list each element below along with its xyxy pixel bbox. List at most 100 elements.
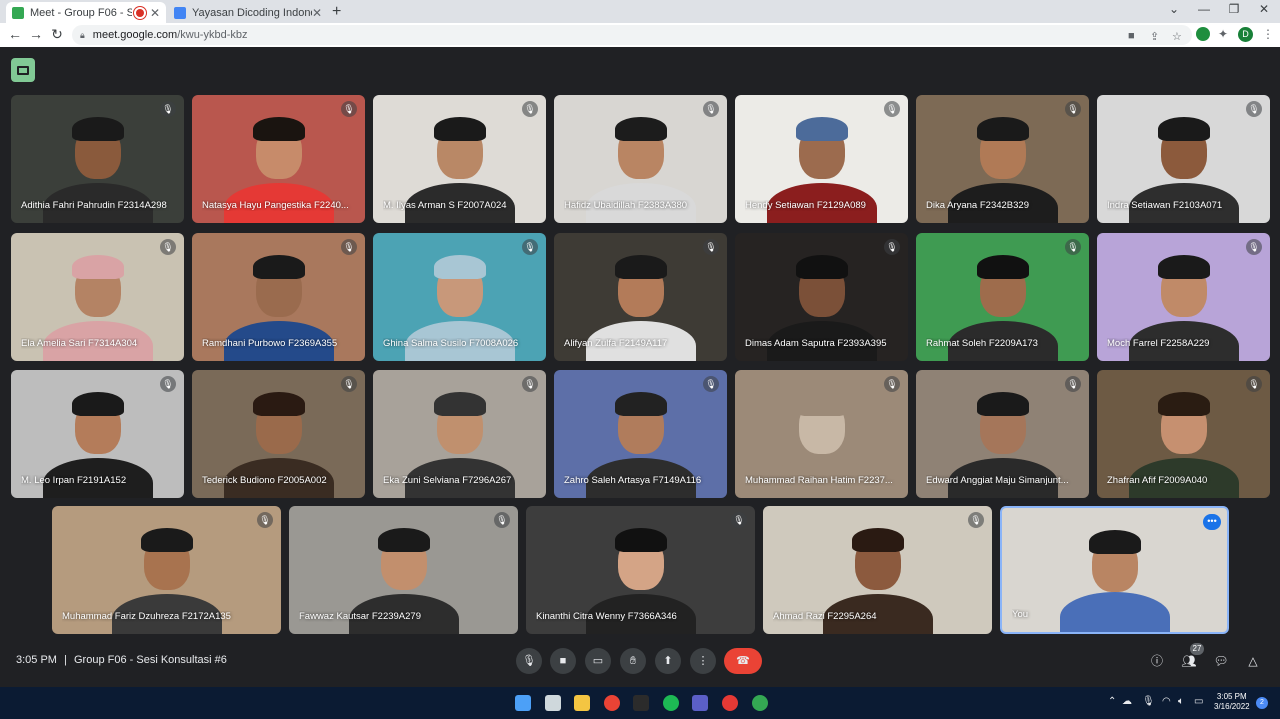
profile-avatar[interactable]: D xyxy=(1238,27,1253,42)
tab-search-icon[interactable]: ⌄ xyxy=(1164,2,1184,16)
task-view-icon[interactable] xyxy=(545,695,561,711)
present-button[interactable]: ⬆ xyxy=(655,648,681,674)
participant-tile[interactable]: 🎙︎ Moch Farrel F2258A229 xyxy=(1097,233,1270,361)
participant-video xyxy=(433,117,486,141)
muted-mic-icon: 🎙︎ xyxy=(160,239,176,255)
participant-tile[interactable]: 🎙︎ Hendy Setiawan F2129A089 xyxy=(735,95,908,223)
meeting-details-button[interactable] xyxy=(11,58,35,82)
google-meet-icon xyxy=(12,6,24,19)
muted-mic-icon: 🎙︎ xyxy=(341,239,357,255)
close-tab-icon[interactable]: ✕ xyxy=(312,6,322,20)
muted-mic-icon: 🎙︎ xyxy=(522,239,538,255)
recording-icon xyxy=(135,8,144,17)
share-icon[interactable]: ⇪ xyxy=(1150,30,1159,43)
volume-icon[interactable]: 🔈︎ xyxy=(1178,696,1184,707)
participant-tile[interactable]: 🎙︎ Fawwaz Kautsar F2239A279 xyxy=(289,506,518,634)
participant-tile[interactable]: ••• You xyxy=(1000,506,1229,634)
participant-name: M. Ilyas Arman S F2007A024 xyxy=(383,200,507,211)
more-options-button[interactable]: ⋮ xyxy=(690,648,716,674)
participant-tile[interactable]: 🎙︎ Adithia Fahri Pahrudin F2314A298 xyxy=(11,95,184,223)
forward-button[interactable]: → xyxy=(27,26,45,42)
participant-video xyxy=(614,255,667,279)
back-button[interactable]: ← xyxy=(6,26,24,42)
chevron-up-icon[interactable]: ⌃ xyxy=(1108,696,1116,707)
camera-in-use-icon[interactable]: ■ xyxy=(1128,30,1135,42)
tab-title: Yayasan Dicoding Indonesia - Cal xyxy=(192,6,312,19)
participant-tile[interactable]: 🎙︎ Edward Anggiat Maju Simanjunt... xyxy=(916,370,1089,498)
extensions-puzzle-icon[interactable]: ✦ xyxy=(1218,27,1228,41)
notification-badge[interactable]: 2 xyxy=(1256,697,1268,709)
bookmark-star-icon[interactable]: ☆ xyxy=(1172,30,1182,43)
mic-tray-icon[interactable]: 🎙︎ xyxy=(1142,696,1155,707)
teams-icon[interactable] xyxy=(692,695,708,711)
participant-tile[interactable]: 🎙︎ Ghina Salma Susilo F7008A026 xyxy=(373,233,546,361)
participant-tile[interactable]: 🎙︎ Tederick Budiono F2005A002 xyxy=(192,370,365,498)
participant-video xyxy=(614,528,667,552)
close-window-button[interactable]: ✕ xyxy=(1254,2,1274,16)
chrome-icon[interactable] xyxy=(604,695,620,711)
app-icon[interactable] xyxy=(722,695,738,711)
extension-icon[interactable] xyxy=(1196,27,1210,41)
tab-meet[interactable]: Meet - Group F06 - Sesi Kon ✕ xyxy=(6,2,166,23)
participant-tile[interactable]: 🎙︎ Indra Setiawan F2103A071 xyxy=(1097,95,1270,223)
maximize-button[interactable]: ❐ xyxy=(1224,2,1244,16)
participant-name: Eka Zuni Selviana F7296A267 xyxy=(383,475,512,486)
file-explorer-icon[interactable] xyxy=(574,695,590,711)
wifi-icon[interactable]: ◠ xyxy=(1162,696,1171,707)
chat-icon[interactable]: 💬︎ xyxy=(1212,652,1230,670)
participant-tile[interactable]: 🎙︎ Rahmat Soleh F2209A173 xyxy=(916,233,1089,361)
participant-tile[interactable]: 🎙︎ Hafidz Ubaidillah F2383A380 xyxy=(554,95,727,223)
leave-call-button[interactable]: ☎ xyxy=(724,648,762,674)
participant-tile[interactable]: 🎙︎ M. Ilyas Arman S F2007A024 xyxy=(373,95,546,223)
participant-tile[interactable]: 🎙︎ M. Leo Irpan F2191A152 xyxy=(11,370,184,498)
start-icon[interactable] xyxy=(515,695,531,711)
participant-tile[interactable]: 🎙︎ Eka Zuni Selviana F7296A267 xyxy=(373,370,546,498)
app-icon[interactable] xyxy=(633,695,649,711)
muted-mic-icon: 🎙︎ xyxy=(1246,101,1262,117)
hand-icon: ✋︎ xyxy=(629,655,637,667)
screen: Meet - Group F06 - Sesi Kon ✕ Yayasan Di… xyxy=(0,0,1280,719)
participant-tile[interactable]: 🎙︎ Kinanthi Citra Wenny F7366A346 xyxy=(526,506,755,634)
participant-tile[interactable]: 🎙︎ Ahmad Razi F2295A264 xyxy=(763,506,992,634)
muted-mic-icon: 🎙︎ xyxy=(341,376,357,392)
new-tab-button[interactable]: + xyxy=(332,3,341,21)
participant-tile[interactable]: 🎙︎ Dimas Adam Saputra F2393A395 xyxy=(735,233,908,361)
muted-mic-icon: 🎙︎ xyxy=(160,376,176,392)
captions-button[interactable]: ▭ xyxy=(585,648,611,674)
participant-video xyxy=(1088,530,1141,554)
participant-tile[interactable]: 🎙︎ Dika Aryana F2342B329 xyxy=(916,95,1089,223)
participant-tile[interactable]: 🎙︎ Muhammad Fariz Dzuhreza F2172A135 xyxy=(52,506,281,634)
close-tab-icon[interactable]: ✕ xyxy=(150,6,160,20)
muted-mic-icon: 🎙︎ xyxy=(884,239,900,255)
participant-tile[interactable]: 🎙︎ Ramdhani Purbowo F2369A355 xyxy=(192,233,365,361)
participant-name: Indra Setiawan F2103A071 xyxy=(1107,200,1223,211)
taskbar: ⌃ ☁ 🎙︎ ◠ 🔈︎ ▭ 3:05 PM 3/16/2022 2 xyxy=(0,687,1280,719)
raise-hand-button[interactable]: ✋︎ xyxy=(620,648,646,674)
participant-tile[interactable]: 🎙︎ Natasya Hayu Pangestika F2240... xyxy=(192,95,365,223)
address-bar[interactable]: 🔒︎ meet.google.com /kwu-ykbd-kbz ■ ⇪ ☆ xyxy=(72,25,1192,45)
tab-dicoding[interactable]: Yayasan Dicoding Indonesia - Cal ✕ xyxy=(168,2,328,23)
system-time: 3:05 PM xyxy=(1216,692,1247,701)
battery-icon[interactable]: ▭ xyxy=(1194,696,1203,707)
meeting-info-icon[interactable]: ⓘ xyxy=(1148,652,1166,670)
activities-icon[interactable]: △ xyxy=(1244,652,1262,670)
microphone-icon: 🎙︎ xyxy=(522,655,536,667)
spotify-icon[interactable] xyxy=(663,695,679,711)
calendar-icon xyxy=(174,6,186,19)
system-clock[interactable]: 3:05 PM 3/16/2022 xyxy=(1214,692,1250,712)
participant-name: Rahmat Soleh F2209A173 xyxy=(926,338,1038,349)
microphone-button[interactable]: 🎙︎ xyxy=(516,648,542,674)
participant-tile[interactable]: 🎙︎ Ela Amelia Sari F7314A304 xyxy=(11,233,184,361)
camera-button[interactable]: ■ xyxy=(550,648,576,674)
participant-name: Ghina Salma Susilo F7008A026 xyxy=(383,338,519,349)
participant-tile[interactable]: 🎙︎ Muhammad Raihan Hatim F2237... xyxy=(735,370,908,498)
participant-tile[interactable]: 🎙︎ Zhafran Afif F2009A040 xyxy=(1097,370,1270,498)
minimize-button[interactable]: — xyxy=(1194,2,1214,16)
chrome-active-icon[interactable] xyxy=(752,695,768,711)
reload-button[interactable]: ↻ xyxy=(48,26,66,43)
participant-tile[interactable]: 🎙︎ Zahro Saleh Artasya F7149A116 xyxy=(554,370,727,498)
participant-tile[interactable]: 🎙︎ Alifyan Zulfa F2149A117 xyxy=(554,233,727,361)
cloud-icon[interactable]: ☁ xyxy=(1122,696,1132,707)
tile-options-button[interactable]: ••• xyxy=(1203,514,1221,530)
browser-menu-icon[interactable]: ⋮ xyxy=(1262,27,1274,41)
